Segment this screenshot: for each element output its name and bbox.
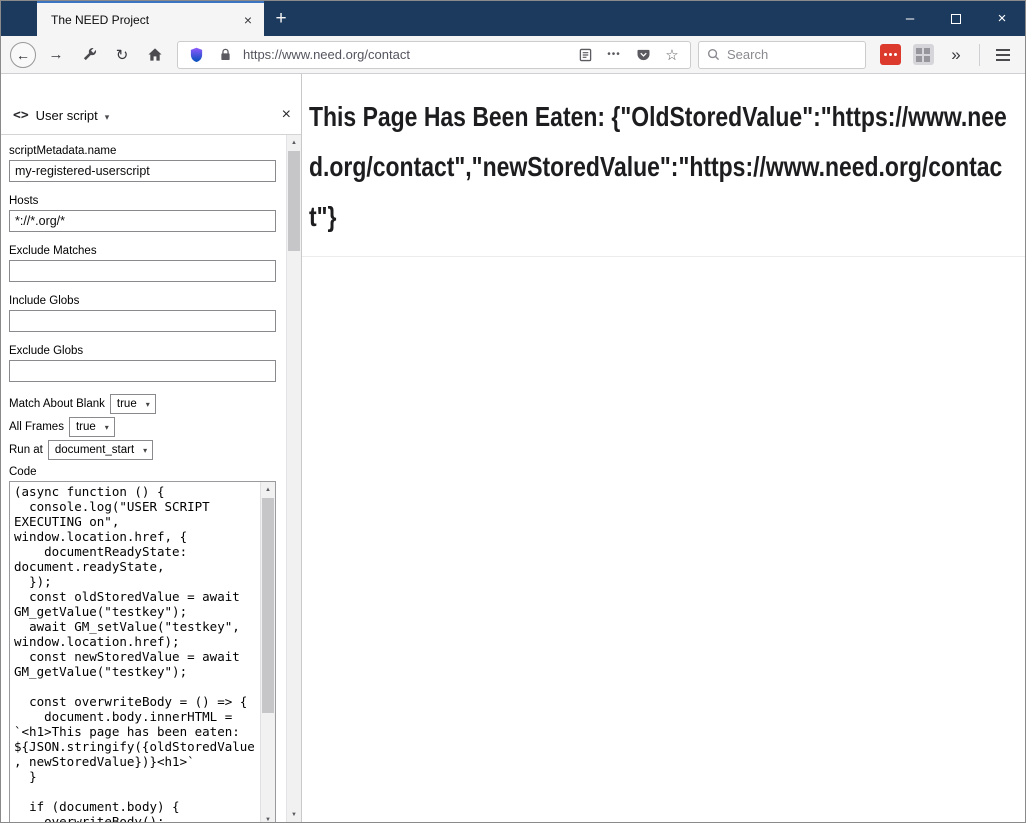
address-bar[interactable]: ••• ☆ bbox=[177, 41, 691, 69]
field-label-hosts: Hosts bbox=[9, 195, 276, 207]
heading-container: This Page Has Been Eaten: {"OldStoredVal… bbox=[302, 74, 1025, 257]
url-input[interactable] bbox=[243, 47, 567, 62]
option-label-match-about-blank: Match About Blank bbox=[9, 398, 105, 410]
lock-icon[interactable] bbox=[214, 44, 236, 66]
search-input[interactable] bbox=[727, 47, 857, 62]
hamburger-icon bbox=[996, 49, 1010, 61]
sidebar-scrollbar[interactable]: ▲ ▼ bbox=[286, 135, 301, 822]
field-label-include-globs: Include Globs bbox=[9, 295, 276, 307]
reload-button[interactable]: ↻ bbox=[107, 40, 137, 70]
option-row-match-about-blank: Match About Blank true ▾ bbox=[9, 394, 276, 414]
page-heading-text: This Page Has Been Eaten: {"OldStoredVal… bbox=[309, 92, 1017, 242]
gray-extension-badge bbox=[913, 44, 934, 65]
pocket-icon[interactable] bbox=[632, 44, 654, 66]
wrench-icon[interactable] bbox=[74, 40, 104, 70]
back-icon: ← bbox=[10, 42, 36, 68]
field-label-exclude-matches: Exclude Matches bbox=[9, 245, 276, 257]
option-label-run-at: Run at bbox=[9, 444, 43, 456]
userscript-sidebar: <> User script ▾ × scriptMetadata.name H… bbox=[1, 74, 302, 822]
gray-extension-icon[interactable] bbox=[908, 40, 938, 70]
tracking-protection-shield-icon[interactable] bbox=[185, 44, 207, 66]
option-row-all-frames: All Frames true ▾ bbox=[9, 417, 276, 437]
search-icon bbox=[707, 48, 720, 61]
window-controls: – × bbox=[887, 1, 1025, 36]
code-editor-scrollbar[interactable]: ▲ ▼ bbox=[260, 482, 275, 822]
forward-button[interactable]: → bbox=[41, 40, 71, 70]
sidebar-header: <> User script ▾ × bbox=[1, 74, 301, 135]
browser-tab[interactable]: The NEED Project × bbox=[37, 1, 264, 36]
exclude-globs-input[interactable] bbox=[9, 360, 276, 382]
code-editor[interactable]: (async function () { console.log("USER S… bbox=[9, 481, 276, 822]
code-scrollbar-thumb[interactable] bbox=[262, 498, 274, 713]
red-extension-badge bbox=[880, 44, 901, 65]
scroll-up-icon[interactable]: ▲ bbox=[287, 135, 301, 150]
chevron-down-icon: ▾ bbox=[143, 446, 147, 455]
all-frames-value: true bbox=[76, 421, 96, 433]
scroll-up-icon[interactable]: ▲ bbox=[261, 482, 275, 497]
sidebar-scrollbar-thumb[interactable] bbox=[288, 151, 300, 251]
bookmark-star-icon[interactable]: ☆ bbox=[661, 44, 683, 66]
sidebar-form: scriptMetadata.name Hosts Exclude Matche… bbox=[1, 135, 286, 822]
script-name-input[interactable] bbox=[9, 160, 276, 182]
page-heading: This Page Has Been Eaten: {"OldStoredVal… bbox=[309, 92, 1017, 242]
code-label: Code bbox=[9, 466, 276, 478]
code-text[interactable]: (async function () { console.log("USER S… bbox=[14, 484, 258, 822]
toolbar-separator bbox=[979, 44, 980, 66]
option-row-run-at: Run at document_start ▾ bbox=[9, 440, 276, 460]
scroll-down-icon[interactable]: ▼ bbox=[261, 812, 275, 822]
home-button[interactable] bbox=[140, 40, 170, 70]
run-at-select[interactable]: document_start ▾ bbox=[48, 440, 153, 460]
minimize-button[interactable]: – bbox=[887, 1, 933, 36]
search-bar[interactable] bbox=[698, 41, 866, 69]
match-about-blank-value: true bbox=[117, 398, 137, 410]
run-at-value: document_start bbox=[55, 444, 134, 456]
titlebar: The NEED Project × + – × bbox=[1, 1, 1025, 36]
browser-window: The NEED Project × + – × ← → ↻ bbox=[0, 0, 1026, 823]
back-button[interactable]: ← bbox=[8, 40, 38, 70]
chevron-down-icon: ▾ bbox=[146, 400, 150, 409]
exclude-matches-input[interactable] bbox=[9, 260, 276, 282]
maximize-icon bbox=[951, 14, 961, 24]
sidebar-close-button[interactable]: × bbox=[282, 107, 291, 123]
include-globs-input[interactable] bbox=[9, 310, 276, 332]
hosts-input[interactable] bbox=[9, 210, 276, 232]
tab-close-icon[interactable]: × bbox=[239, 11, 257, 29]
option-label-all-frames: All Frames bbox=[9, 421, 64, 433]
overflow-menu-button[interactable]: » bbox=[941, 40, 971, 70]
new-tab-button[interactable]: + bbox=[264, 1, 298, 36]
page-content: This Page Has Been Eaten: {"OldStoredVal… bbox=[302, 74, 1025, 822]
tab-title: The NEED Project bbox=[51, 13, 239, 27]
navigation-toolbar: ← → ↻ ••• ☆ bbox=[1, 36, 1025, 74]
maximize-button[interactable] bbox=[933, 1, 979, 36]
content-area: <> User script ▾ × scriptMetadata.name H… bbox=[1, 74, 1025, 822]
page-actions-icon[interactable]: ••• bbox=[603, 44, 625, 66]
scroll-down-icon[interactable]: ▼ bbox=[287, 807, 301, 822]
field-label-exclude-globs: Exclude Globs bbox=[9, 345, 276, 357]
sidebar-title-chevron-icon[interactable]: ▾ bbox=[105, 110, 110, 123]
match-about-blank-select[interactable]: true ▾ bbox=[110, 394, 156, 414]
hamburger-menu-button[interactable] bbox=[988, 40, 1018, 70]
sidebar-title[interactable]: User script bbox=[36, 108, 98, 123]
field-label-script-name: scriptMetadata.name bbox=[9, 145, 276, 157]
reader-mode-icon[interactable] bbox=[574, 44, 596, 66]
chevron-down-icon: ▾ bbox=[105, 423, 109, 432]
all-frames-select[interactable]: true ▾ bbox=[69, 417, 115, 437]
code-brackets-icon: <> bbox=[13, 108, 29, 123]
red-extension-icon[interactable] bbox=[875, 40, 905, 70]
close-window-button[interactable]: × bbox=[979, 1, 1025, 36]
